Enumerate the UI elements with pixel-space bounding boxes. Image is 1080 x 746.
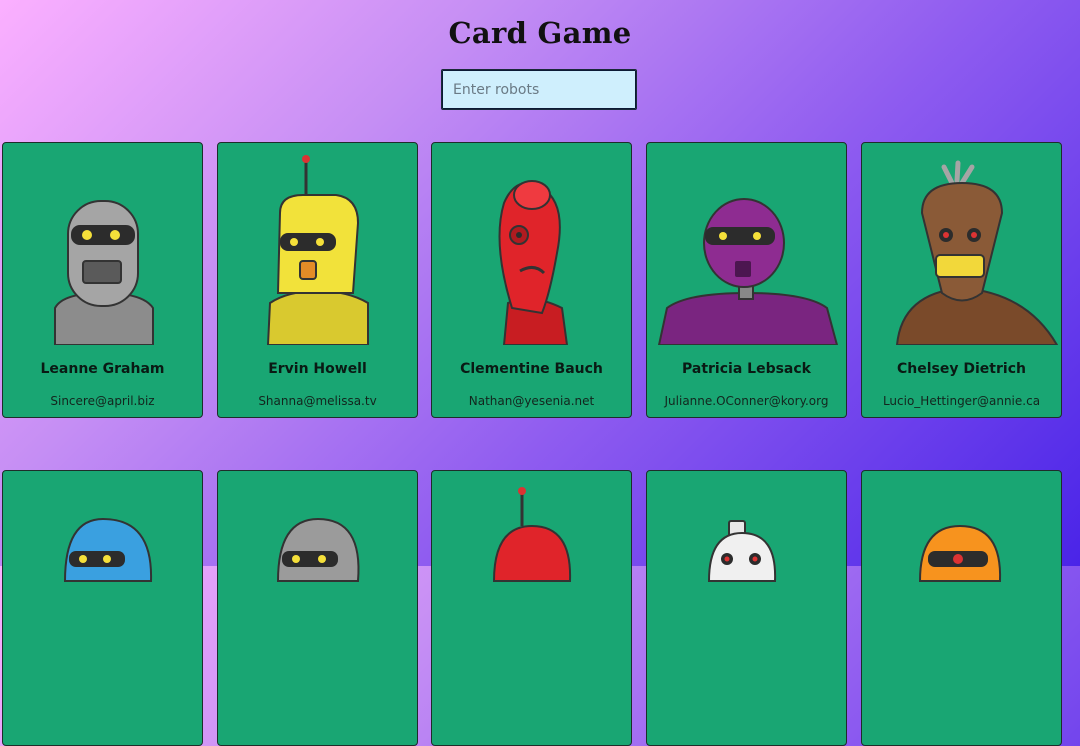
robot-name: Ervin Howell: [268, 361, 367, 377]
robot-card[interactable]: [646, 470, 847, 746]
robot-card[interactable]: [217, 470, 418, 746]
robot-card[interactable]: Leanne Graham Sincere@april.biz: [2, 142, 203, 418]
page-title: Card Game: [448, 16, 632, 50]
robot-card[interactable]: Ervin Howell Shanna@melissa.tv: [217, 142, 418, 418]
robot-email: Sincere@april.biz: [50, 394, 155, 408]
robot-name: Clementine Bauch: [460, 361, 603, 377]
silver-robot-icon: [54, 200, 154, 345]
robot-email: Lucio_Hettinger@annie.ca: [882, 394, 1041, 408]
robot-card[interactable]: [2, 470, 203, 746]
red-robot-icon: [492, 487, 572, 582]
purple-robot-icon: [657, 198, 839, 345]
robot-name: Leanne Graham: [40, 361, 165, 377]
robot-name: Chelsey Dietrich: [897, 361, 1026, 377]
blue-robot-icon: [63, 517, 153, 582]
brown-robot-icon: [895, 160, 1059, 345]
robot-email: Julianne.OConner@kory.org: [664, 394, 829, 408]
robot-email: Nathan@yesenia.net: [468, 394, 595, 408]
robot-card[interactable]: Patricia Lebsack Julianne.OConner@kory.o…: [646, 142, 847, 418]
gray-robot-icon: [276, 517, 360, 582]
white-robot-icon: [707, 520, 777, 582]
robot-name: Patricia Lebsack: [682, 361, 811, 377]
orange-robot-icon: [918, 524, 1002, 582]
robot-card[interactable]: [431, 470, 632, 746]
robot-card[interactable]: [861, 470, 1062, 746]
robot-email: Shanna@melissa.tv: [258, 394, 377, 408]
search-input[interactable]: [441, 69, 637, 110]
robot-card[interactable]: Chelsey Dietrich Lucio_Hettinger@annie.c…: [861, 142, 1062, 418]
yellow-robot-icon: [266, 155, 369, 345]
red-robot-icon: [498, 180, 569, 345]
robot-card[interactable]: Clementine Bauch Nathan@yesenia.net: [431, 142, 632, 418]
